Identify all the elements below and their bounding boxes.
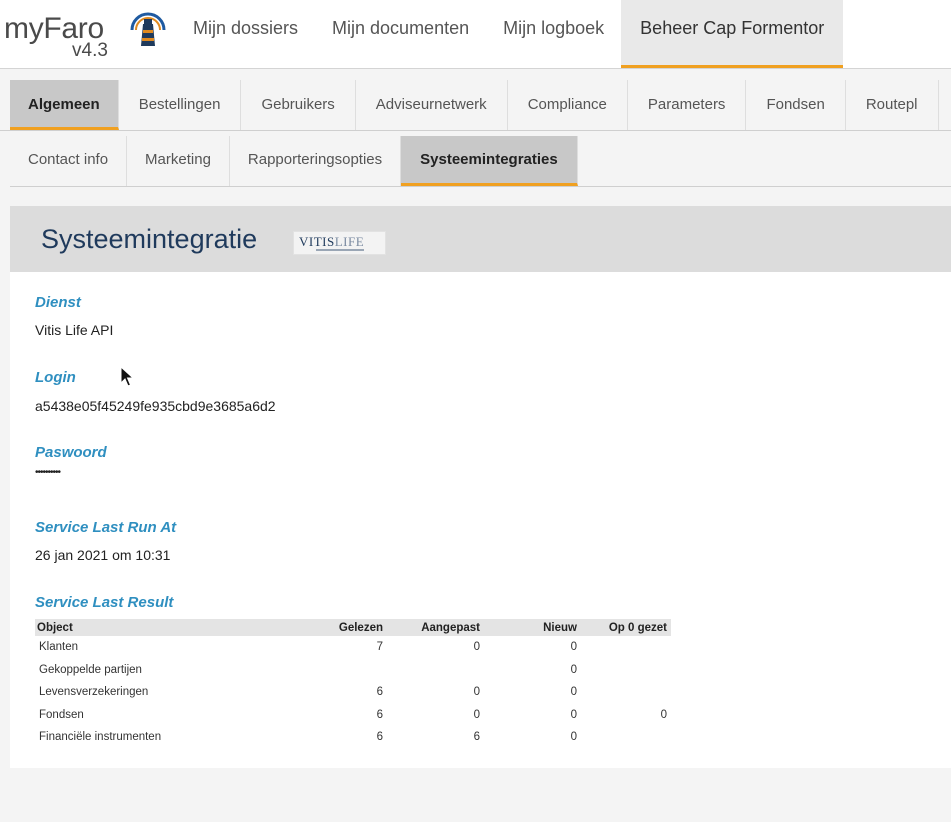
col-nieuw: Nieuw xyxy=(484,619,581,636)
cell-gelezen: 6 xyxy=(376,708,383,721)
tab-contact-info[interactable]: Contact info xyxy=(10,136,128,186)
last-result-label: Service Last Result xyxy=(35,594,174,611)
table-row: Fondsen 6 0 0 0 xyxy=(35,704,671,727)
cell-op-0-gezet xyxy=(581,636,671,659)
tab-algemeen[interactable]: Algemeen xyxy=(10,80,119,130)
login-label: Login xyxy=(35,369,76,386)
nav-mijn-documenten[interactable]: Mijn documenten xyxy=(315,0,486,68)
dienst-label: Dienst xyxy=(35,294,81,311)
cell-object: Levensverzekeringen xyxy=(39,686,149,699)
tab-compliance[interactable]: Compliance xyxy=(508,80,628,130)
tab-fondsen[interactable]: Fondsen xyxy=(746,80,846,130)
cell-aangepast: 0 xyxy=(473,686,480,699)
cell-op-0-gezet xyxy=(581,726,671,749)
cell-aangepast xyxy=(387,659,484,682)
table-row: Klanten 7 0 0 xyxy=(35,636,671,659)
cell-aangepast: 0 xyxy=(473,708,480,721)
mouse-cursor-icon xyxy=(120,366,134,387)
vitis-logo-underline xyxy=(316,249,364,251)
result-table: Object Gelezen Aangepast Nieuw Op 0 geze… xyxy=(35,619,671,749)
nav-mijn-logboek[interactable]: Mijn logboek xyxy=(486,0,621,68)
cell-gelezen: 6 xyxy=(376,731,383,744)
app-logo[interactable]: myFaro v4.3 xyxy=(4,8,166,64)
secondary-tabs: Contact info Marketing Rapporteringsopti… xyxy=(10,136,951,187)
col-gelezen: Gelezen xyxy=(285,619,387,636)
cell-gelezen: 6 xyxy=(376,686,383,699)
lighthouse-icon xyxy=(130,12,166,46)
nav-mijn-dossiers[interactable]: Mijn dossiers xyxy=(176,0,315,68)
top-header: myFaro v4.3 Mijn dossiers Mijn documente… xyxy=(0,0,951,69)
cell-nieuw: 0 xyxy=(570,641,577,654)
tab-adviseurnetwerk[interactable]: Adviseurnetwerk xyxy=(356,80,508,130)
last-run-label: Service Last Run At xyxy=(35,519,177,536)
cell-op-0-gezet: 0 xyxy=(660,708,667,721)
primary-tabs: Algemeen Bestellingen Gebruikers Adviseu… xyxy=(0,80,951,131)
tab-parameters[interactable]: Parameters xyxy=(628,80,747,130)
cell-gelezen xyxy=(285,659,387,682)
cell-op-0-gezet xyxy=(581,659,671,682)
cell-gelezen: 7 xyxy=(376,641,383,654)
paswoord-label: Paswoord xyxy=(35,444,107,461)
col-aangepast: Aangepast xyxy=(387,619,484,636)
vitis-logo-text: VITISLIFE xyxy=(299,234,365,249)
login-value: a5438e05f45249fe935cbd9e3685a6d2 xyxy=(35,398,276,414)
vitis-life-logo: VITISLIFE xyxy=(293,231,386,255)
cell-object: Fondsen xyxy=(39,708,84,721)
cell-object: Gekoppelde partijen xyxy=(39,663,142,676)
main-nav: Mijn dossiers Mijn documenten Mijn logbo… xyxy=(176,0,844,68)
last-run-value: 26 jan 2021 om 10:31 xyxy=(35,547,171,563)
cell-object: Financiële instrumenten xyxy=(39,731,162,744)
tab-marketing[interactable]: Marketing xyxy=(127,136,230,186)
cell-aangepast: 0 xyxy=(473,641,480,654)
table-header-row: Object Gelezen Aangepast Nieuw Op 0 geze… xyxy=(35,619,671,636)
cell-nieuw: 0 xyxy=(570,686,577,699)
panel-header: Systeemintegratie VITISLIFE xyxy=(10,206,951,272)
cell-nieuw: 0 xyxy=(570,731,577,744)
cell-object: Klanten xyxy=(39,641,79,654)
tab-rapporteringsopties[interactable]: Rapporteringsopties xyxy=(230,136,402,186)
cell-op-0-gezet xyxy=(581,681,671,704)
tab-bestellingen[interactable]: Bestellingen xyxy=(119,80,242,130)
table-row: Levensverzekeringen 6 0 0 xyxy=(35,681,671,704)
cell-aangepast: 6 xyxy=(473,731,480,744)
col-op-0-gezet: Op 0 gezet xyxy=(581,619,671,636)
tab-routeplanner[interactable]: Routepl xyxy=(846,80,939,130)
integration-panel: Systeemintegratie VITISLIFE Dienst Vitis… xyxy=(10,206,951,768)
table-row: Gekoppelde partijen 0 xyxy=(35,659,671,682)
cell-nieuw: 0 xyxy=(570,663,577,676)
page-title: Systeemintegratie xyxy=(41,224,258,254)
col-object: Object xyxy=(35,619,285,636)
tab-gebruikers[interactable]: Gebruikers xyxy=(241,80,356,130)
paswoord-value: •••••••••• xyxy=(35,467,61,478)
cell-nieuw: 0 xyxy=(570,708,577,721)
nav-beheer[interactable]: Beheer Cap Formentor xyxy=(621,0,844,68)
dienst-value: Vitis Life API xyxy=(35,322,114,338)
logo-version: v4.3 xyxy=(72,40,108,61)
table-row: Financiële instrumenten 6 6 0 xyxy=(35,726,671,749)
tab-systeemintegraties[interactable]: Systeemintegraties xyxy=(401,136,578,186)
